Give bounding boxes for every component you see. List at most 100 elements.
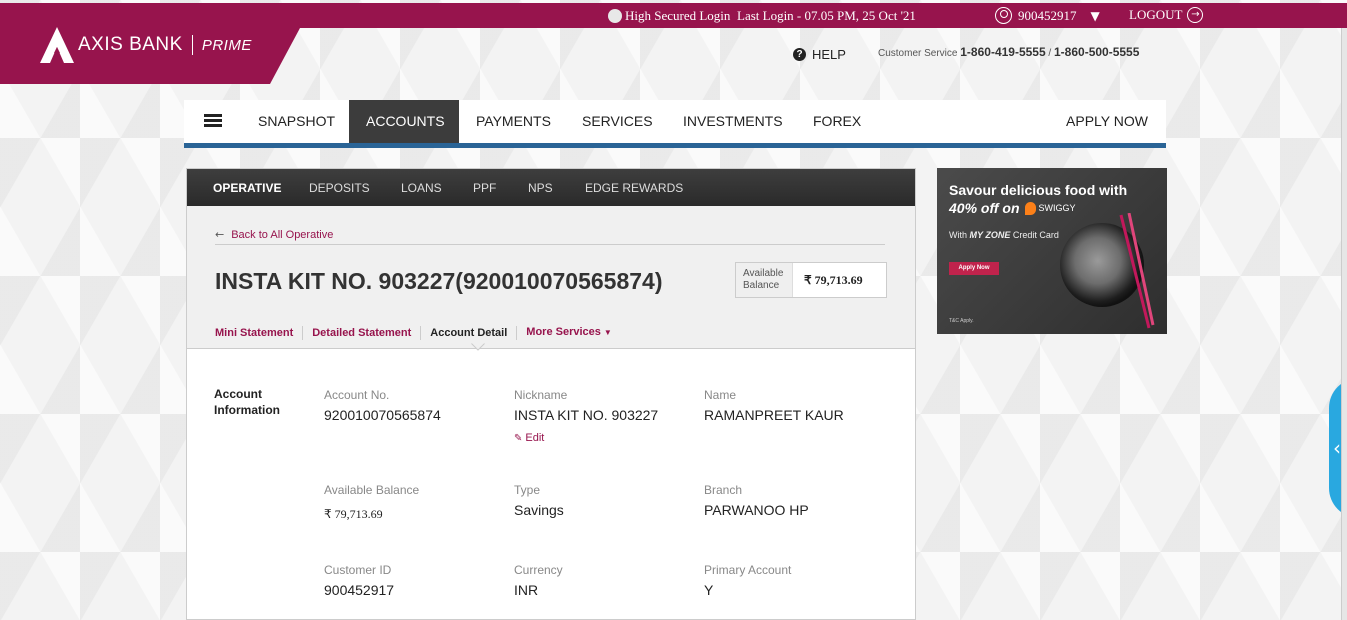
caret-down-icon: ▼ [603,328,612,337]
promo-offer: 40% off on [949,200,1020,216]
available-balance-box: Available Balance ₹ 79,713.69 [735,262,887,298]
field-label: Primary Account [704,563,792,577]
subnav-edge-rewards[interactable]: EDGE REWARDS [585,169,683,206]
field-label: Nickname [514,388,568,402]
field-value: RAMANPREET KAUR [704,407,844,423]
tab-more-services[interactable]: More Services ▼ [517,325,621,340]
help-label: HELP [812,47,846,62]
account-header: ← Back to All Operative INSTA KIT NO. 90… [187,206,915,349]
pencil-icon: ✎ [514,432,523,444]
field-branch: Branch PARWANOO HP [704,483,809,518]
partner-name: SWIGGY [1038,203,1076,213]
available-label-line2: Balance [743,280,780,291]
tab-mini-statement[interactable]: Mini Statement [215,325,304,340]
field-label: Customer ID [324,563,392,577]
account-panel: OPERATIVE DEPOSITS LOANS PPF NPS EDGE RE… [186,168,916,620]
promo-card-name: MY ZONE [969,230,1011,240]
logo-divider [191,35,193,55]
help-link[interactable]: ? HELP [793,47,846,62]
nav-snapshot[interactable]: SNAPSHOT [241,100,352,143]
back-label: Back to All Operative [231,228,334,241]
user-icon [995,7,1012,24]
phone-2: 1-860-500-5555 [1054,45,1140,59]
field-currency: Currency INR [514,563,563,598]
field-label: Type [514,483,541,497]
account-title: INSTA KIT NO. 903227(920010070565874) [215,268,663,294]
arrow-left-icon: ← [215,228,225,241]
apply-now-link[interactable]: APPLY NOW [1066,100,1148,143]
nav-accounts[interactable]: ACCOUNTS [349,100,459,143]
available-label-line1: Available [743,268,784,279]
available-balance-label: Available Balance [736,263,793,297]
user-menu[interactable]: 900452917 ▼ [995,7,1100,24]
back-link[interactable]: ← Back to All Operative [215,228,333,241]
promo-line3-prefix: With [949,230,970,240]
subnav-deposits[interactable]: DEPOSITS [309,169,370,206]
promo-line3-suffix: Credit Card [1010,230,1059,240]
tab-account-detail[interactable]: Account Detail [421,325,518,340]
secured-label: High Secured Login [625,8,731,23]
field-value: Y [704,582,714,598]
account-tabs: Mini Statement Detailed Statement Accoun… [215,325,621,340]
field-value: Savings [514,502,564,518]
scrollbar[interactable] [1341,28,1347,620]
field-available-balance: Available Balance ₹ 79,713.69 [324,483,419,522]
nav-services[interactable]: SERVICES [565,100,670,143]
subnav-ppf[interactable]: PPF [473,169,496,206]
edit-label: Edit [525,432,545,444]
hamburger-menu-icon[interactable] [204,114,222,127]
section-label-line2: Information [214,403,280,417]
field-type: Type Savings [514,483,564,518]
promo-apply-button[interactable]: Apply Now [949,262,999,275]
phone-separator: / [1045,48,1054,59]
field-customer-id: Customer ID 900452917 [324,563,394,598]
logout-label: LOGOUT [1129,7,1183,22]
last-login: Last Login - 07.05 PM, 25 Oct '21 [737,8,916,23]
edit-nickname-link[interactable]: ✎ Edit [514,432,658,444]
field-account-no: Account No. 920010070565874 [324,388,441,423]
field-label: Currency [514,563,563,577]
divider [215,244,885,245]
field-value: PARWANOO HP [704,502,809,518]
nav-investments[interactable]: INVESTMENTS [666,100,800,143]
phone-1: 1-860-419-5555 [960,45,1046,59]
sub-nav: OPERATIVE DEPOSITS LOANS PPF NPS EDGE RE… [187,169,915,213]
swiggy-icon [1024,201,1036,215]
tab-detailed-statement[interactable]: Detailed Statement [303,325,422,340]
subnav-loans[interactable]: LOANS [401,169,442,206]
field-primary-account: Primary Account Y [704,563,791,598]
subnav-operative[interactable]: OPERATIVE [213,169,281,206]
field-value: INR [514,582,539,598]
user-id: 900452917 [1018,7,1077,23]
promo-banner[interactable]: Savour delicious food with 40% off on SW… [937,168,1167,334]
field-label: Branch [704,483,743,497]
promo-tc: T&C Apply. [949,318,974,324]
top-bar: High Secured Login Last Login - 07.05 PM… [0,3,1347,28]
chevron-left-icon: ‹ [1333,436,1341,460]
logout-button[interactable]: LOGOUT → [1129,7,1204,23]
nav-forex[interactable]: FOREX [796,100,878,143]
section-label: Account Information [214,386,294,418]
caret-down-icon: ▼ [1090,8,1100,23]
field-label: Available Balance [324,483,420,497]
axis-bank-logo[interactable]: AXIS BANK PRIME [40,27,252,63]
customer-service-label: Customer Service [878,48,958,59]
high-secured-login[interactable]: High Secured Login [608,8,730,24]
lock-icon [608,9,622,23]
promo-line3: With MY ZONE Credit Card [949,230,1059,240]
field-value: ₹ 79,713.69 [324,507,383,521]
brand-name: AXIS BANK [78,34,183,55]
field-value: 920010070565874 [324,407,441,423]
field-label: Account No. [324,388,390,402]
more-services-label: More Services [526,326,601,338]
axis-logo-icon [40,27,74,63]
field-value: INSTA KIT NO. 903227 [514,407,659,423]
available-balance-value: ₹ 79,713.69 [804,273,863,287]
tab-pointer [471,343,485,351]
nav-payments[interactable]: PAYMENTS [459,100,568,143]
customer-service: Customer Service 1-860-419-5555 / 1-860-… [878,45,1139,59]
brand-tier: PRIME [201,36,252,54]
question-icon: ? [793,48,806,61]
section-label-line1: Account [214,387,262,401]
subnav-nps[interactable]: NPS [528,169,553,206]
